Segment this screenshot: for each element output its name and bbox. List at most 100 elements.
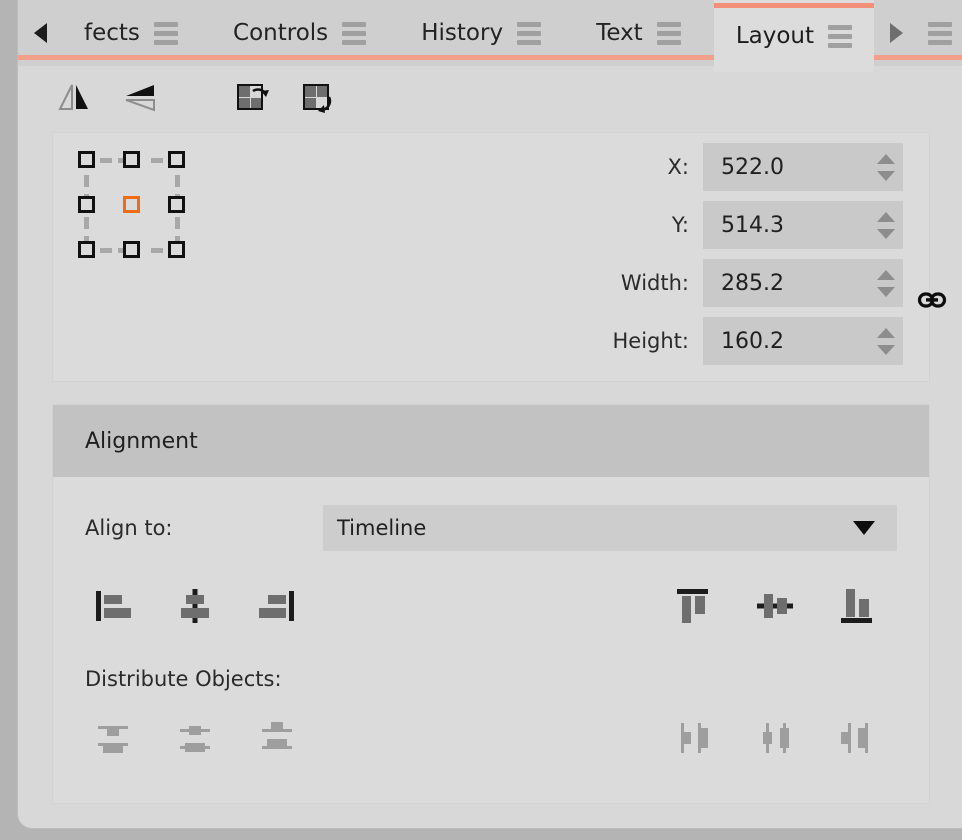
anchor-cell-middle-left[interactable] [78,196,95,213]
anchor-cell-middle-right[interactable] [168,196,185,213]
align-left-button[interactable] [85,579,141,633]
align-horizontal-group [85,579,305,633]
x-field[interactable]: 522.0 [703,143,903,191]
hamburger-menu-icon[interactable] [153,21,178,45]
x-field-value[interactable]: 522.0 [703,155,869,180]
distribute-buttons-row [85,709,897,767]
y-field-value[interactable]: 514.3 [703,213,869,238]
distribute-vertical-group [85,711,305,765]
stepper-up-icon[interactable] [877,211,895,222]
link-dimensions-button[interactable] [917,285,947,315]
anchor-cell-bottom-center[interactable] [123,241,140,258]
hamburger-menu-icon[interactable] [928,21,953,45]
tab-history[interactable]: History [399,0,563,66]
stepper-down-icon[interactable] [877,286,895,297]
triangle-left-icon [33,23,47,43]
y-field[interactable]: 514.3 [703,201,903,249]
distribute-middle-icon [180,726,210,752]
align-left-icon [96,591,131,621]
anchor-cell-top-right[interactable] [168,151,185,168]
tab-overflow-menu-button[interactable] [918,0,962,66]
rotate-cw-icon [237,84,269,110]
anchor-dash [100,248,112,253]
anchor-cell-bottom-right[interactable] [168,241,185,258]
hamburger-menu-icon[interactable] [656,21,681,45]
align-top-icon [677,589,708,623]
rotate-clockwise-button[interactable] [230,76,274,120]
x-field-stepper[interactable] [869,143,903,191]
stepper-up-icon[interactable] [877,327,895,338]
alignment-section: Alignment Align to: Timeline Distribute … [52,404,930,804]
hamburger-menu-icon[interactable] [517,21,542,45]
width-field-value[interactable]: 285.2 [703,271,869,296]
align-top-button[interactable] [665,579,721,633]
anchor-cell-top-center[interactable] [123,151,140,168]
align-center-horizontal-icon [181,589,209,623]
align-right-icon [259,591,294,621]
tab-label: fects [84,20,140,46]
tab-scroll-right-button[interactable] [874,0,918,66]
anchor-dash [175,175,180,187]
anchor-dash [100,158,112,163]
tab-bar: fects Controls History Text Layout [18,0,962,72]
align-vertical-group [665,579,885,633]
anchor-dash [151,248,163,253]
tab-text[interactable]: Text [574,0,703,66]
distribute-top-edges-button[interactable] [85,711,141,765]
stepper-up-icon[interactable] [877,269,895,280]
tab-layout[interactable]: Layout [713,0,875,72]
chevron-down-icon[interactable] [853,521,875,535]
tab-scroll-left-button[interactable] [18,0,62,66]
distribute-vertical-centers-button[interactable] [167,711,223,765]
x-field-label: X: [667,155,689,179]
flip-horizontal-button[interactable] [52,76,96,120]
stepper-down-icon[interactable] [877,344,895,355]
anchor-cell-bottom-left[interactable] [78,241,95,258]
panel-window-inner: fects Controls History Text Layout X: 52… [18,0,962,812]
tab-spacer-1 [200,0,211,66]
anchor-cell-center[interactable] [123,196,140,213]
align-to-label: Align to: [85,516,173,540]
height-field-stepper[interactable] [869,317,903,365]
chain-link-icon [917,292,947,308]
anchor-cell-top-left[interactable] [78,151,95,168]
distribute-horizontal-centers-button[interactable] [747,711,803,765]
stepper-up-icon[interactable] [877,153,895,164]
stepper-down-icon[interactable] [877,228,895,239]
flip-vertical-icon [125,85,155,112]
anchor-point-selector[interactable] [78,151,198,271]
distribute-left-icon [681,723,708,753]
anchor-dash [151,158,163,163]
distribute-top-icon [98,726,128,753]
width-field-stepper[interactable] [869,259,903,307]
distribute-objects-label: Distribute Objects: [85,667,282,691]
anchor-dash [84,175,89,187]
align-bottom-button[interactable] [829,579,885,633]
stepper-down-icon[interactable] [877,170,895,181]
height-field[interactable]: 160.2 [703,317,903,365]
tab-spacer-4 [703,0,714,66]
y-field-stepper[interactable] [869,201,903,249]
y-field-row: Y: 514.3 [343,201,903,249]
tab-label: Text [596,20,643,46]
align-horizontal-center-button[interactable] [167,579,223,633]
distribute-right-edges-button[interactable] [829,711,885,765]
height-field-row: Height: 160.2 [343,317,903,365]
hamburger-menu-icon[interactable] [828,24,853,48]
flip-vertical-button[interactable] [118,76,162,120]
alignment-header: Alignment [53,405,929,477]
transform-fields: X: 522.0 Y: 514.3 Width: 285.2 Height: 1… [343,143,947,375]
hamburger-menu-icon[interactable] [342,21,367,45]
width-field[interactable]: 285.2 [703,259,903,307]
height-field-value[interactable]: 160.2 [703,329,869,354]
tab-spacer-3 [563,0,574,66]
align-right-button[interactable] [249,579,305,633]
tab-controls[interactable]: Controls [211,0,388,66]
distribute-left-edges-button[interactable] [665,711,721,765]
tab-fects[interactable]: fects [62,0,200,66]
transform-toolbar [18,66,962,128]
align-to-dropdown[interactable]: Timeline [323,505,897,551]
align-vertical-center-button[interactable] [747,579,803,633]
distribute-bottom-edges-button[interactable] [249,711,305,765]
rotate-counterclockwise-button[interactable] [296,76,340,120]
